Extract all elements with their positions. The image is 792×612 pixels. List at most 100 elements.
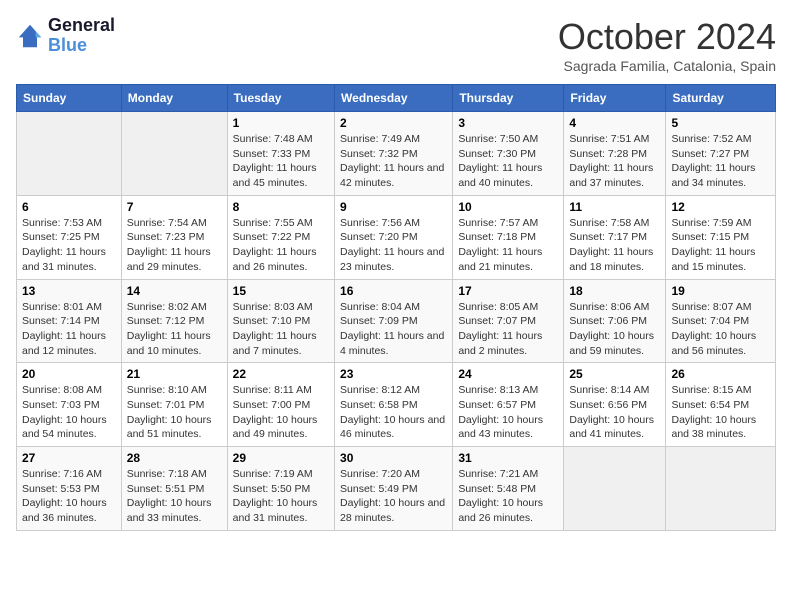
day-number: 7 <box>127 200 222 214</box>
calendar-cell <box>564 447 666 531</box>
location-subtitle: Sagrada Familia, Catalonia, Spain <box>558 58 776 74</box>
calendar-cell: 24Sunrise: 8:13 AMSunset: 6:57 PMDayligh… <box>453 363 564 447</box>
day-number: 16 <box>340 284 447 298</box>
day-info: Sunrise: 8:10 AMSunset: 7:01 PMDaylight:… <box>127 383 222 442</box>
calendar-cell: 3 Sunrise: 7:50 AMSunset: 7:30 PMDaylight… <box>453 112 564 196</box>
day-info: Sunrise: 8:08 AMSunset: 7:03 PMDaylight:… <box>22 383 116 442</box>
calendar-cell <box>121 112 227 196</box>
calendar-cell: 28 Sunrise: 7:18 AMSunset: 5:51 PMDayligh… <box>121 447 227 531</box>
calendar-cell: 17 Sunrise: 8:05 AMSunset: 7:07 PMDayligh… <box>453 279 564 363</box>
calendar-cell: 19Sunrise: 8:07 AMSunset: 7:04 PMDayligh… <box>666 279 776 363</box>
day-info: Sunrise: 8:06 AMSunset: 7:06 PMDaylight:… <box>569 300 660 359</box>
day-info: Sunrise: 7:56 AMSunset: 7:20 PMDaylight:… <box>340 216 447 275</box>
day-number: 2 <box>340 116 447 130</box>
calendar-cell: 15Sunrise: 8:03 AMSunset: 7:10 PMDayligh… <box>227 279 334 363</box>
logo-text: General Blue <box>48 16 115 56</box>
calendar-cell: 1 Sunrise: 7:48 AMSunset: 7:33 PMDaylight… <box>227 112 334 196</box>
calendar-cell: 14 Sunrise: 8:02 AMSunset: 7:12 PMDayligh… <box>121 279 227 363</box>
day-info: Sunrise: 8:11 AMSunset: 7:00 PMDaylight:… <box>233 383 329 442</box>
day-info: Sunrise: 8:02 AMSunset: 7:12 PMDaylight:… <box>127 300 222 359</box>
calendar-body: 1 Sunrise: 7:48 AMSunset: 7:33 PMDaylight… <box>17 112 776 531</box>
title-block: October 2024 Sagrada Familia, Catalonia,… <box>558 16 776 74</box>
day-info: Sunrise: 8:05 AMSunset: 7:07 PMDaylight:… <box>458 300 558 359</box>
calendar-cell: 11 Sunrise: 7:58 AMSunset: 7:17 PMDayligh… <box>564 195 666 279</box>
day-info: Sunrise: 8:01 AMSunset: 7:14 PMDaylight:… <box>22 300 116 359</box>
logo: General Blue <box>16 16 115 56</box>
day-info: Sunrise: 7:52 AMSunset: 7:27 PMDaylight:… <box>671 132 770 191</box>
day-number: 15 <box>233 284 329 298</box>
day-info: Sunrise: 8:14 AMSunset: 6:56 PMDaylight:… <box>569 383 660 442</box>
day-header-monday: Monday <box>121 85 227 112</box>
day-number: 17 <box>458 284 558 298</box>
day-info: Sunrise: 7:48 AMSunset: 7:33 PMDaylight:… <box>233 132 329 191</box>
day-info: Sunrise: 7:57 AMSunset: 7:18 PMDaylight:… <box>458 216 558 275</box>
day-number: 10 <box>458 200 558 214</box>
day-number: 30 <box>340 451 447 465</box>
day-info: Sunrise: 7:49 AMSunset: 7:32 PMDaylight:… <box>340 132 447 191</box>
day-number: 6 <box>22 200 116 214</box>
day-info: Sunrise: 7:54 AMSunset: 7:23 PMDaylight:… <box>127 216 222 275</box>
day-number: 26 <box>671 367 770 381</box>
day-info: Sunrise: 7:21 AMSunset: 5:48 PMDaylight:… <box>458 467 558 526</box>
day-info: Sunrise: 7:55 AMSunset: 7:22 PMDaylight:… <box>233 216 329 275</box>
logo-icon <box>16 22 44 50</box>
day-header-thursday: Thursday <box>453 85 564 112</box>
calendar-cell: 16 Sunrise: 8:04 AMSunset: 7:09 PMDayligh… <box>335 279 453 363</box>
day-info: Sunrise: 8:12 AMSunset: 6:58 PMDaylight:… <box>340 383 447 442</box>
calendar-cell: 10 Sunrise: 7:57 AMSunset: 7:18 PMDayligh… <box>453 195 564 279</box>
calendar-cell: 5 Sunrise: 7:52 AMSunset: 7:27 PMDaylight… <box>666 112 776 196</box>
day-info: Sunrise: 7:59 AMSunset: 7:15 PMDaylight:… <box>671 216 770 275</box>
calendar-cell: 7 Sunrise: 7:54 AMSunset: 7:23 PMDaylight… <box>121 195 227 279</box>
day-header-sunday: Sunday <box>17 85 122 112</box>
calendar-cell: 30 Sunrise: 7:20 AMSunset: 5:49 PMDayligh… <box>335 447 453 531</box>
day-info: Sunrise: 7:19 AMSunset: 5:50 PMDaylight:… <box>233 467 329 526</box>
calendar-cell: 23Sunrise: 8:12 AMSunset: 6:58 PMDayligh… <box>335 363 453 447</box>
day-info: Sunrise: 7:16 AMSunset: 5:53 PMDaylight:… <box>22 467 116 526</box>
day-info: Sunrise: 7:18 AMSunset: 5:51 PMDaylight:… <box>127 467 222 526</box>
day-number: 18 <box>569 284 660 298</box>
day-number: 8 <box>233 200 329 214</box>
day-number: 13 <box>22 284 116 298</box>
day-number: 11 <box>569 200 660 214</box>
day-number: 31 <box>458 451 558 465</box>
day-number: 22 <box>233 367 329 381</box>
calendar-cell: 21Sunrise: 8:10 AMSunset: 7:01 PMDayligh… <box>121 363 227 447</box>
calendar-week-1: 1 Sunrise: 7:48 AMSunset: 7:33 PMDaylight… <box>17 112 776 196</box>
day-number: 27 <box>22 451 116 465</box>
calendar-week-5: 27 Sunrise: 7:16 AMSunset: 5:53 PMDayligh… <box>17 447 776 531</box>
day-info: Sunrise: 7:50 AMSunset: 7:30 PMDaylight:… <box>458 132 558 191</box>
calendar-cell: 2 Sunrise: 7:49 AMSunset: 7:32 PMDaylight… <box>335 112 453 196</box>
day-info: Sunrise: 7:20 AMSunset: 5:49 PMDaylight:… <box>340 467 447 526</box>
day-info: Sunrise: 8:04 AMSunset: 7:09 PMDaylight:… <box>340 300 447 359</box>
day-number: 19 <box>671 284 770 298</box>
calendar-cell: 31 Sunrise: 7:21 AMSunset: 5:48 PMDayligh… <box>453 447 564 531</box>
day-info: Sunrise: 7:58 AMSunset: 7:17 PMDaylight:… <box>569 216 660 275</box>
day-info: Sunrise: 7:53 AMSunset: 7:25 PMDaylight:… <box>22 216 116 275</box>
day-number: 14 <box>127 284 222 298</box>
calendar-week-3: 13 Sunrise: 8:01 AMSunset: 7:14 PMDayligh… <box>17 279 776 363</box>
days-row: SundayMondayTuesdayWednesdayThursdayFrid… <box>17 85 776 112</box>
calendar-cell: 6 Sunrise: 7:53 AMSunset: 7:25 PMDaylight… <box>17 195 122 279</box>
day-number: 3 <box>458 116 558 130</box>
calendar-cell <box>17 112 122 196</box>
day-header-wednesday: Wednesday <box>335 85 453 112</box>
calendar-cell <box>666 447 776 531</box>
calendar-cell: 22 Sunrise: 8:11 AMSunset: 7:00 PMDayligh… <box>227 363 334 447</box>
day-number: 20 <box>22 367 116 381</box>
day-number: 9 <box>340 200 447 214</box>
day-number: 5 <box>671 116 770 130</box>
calendar-cell: 26 Sunrise: 8:15 AMSunset: 6:54 PMDayligh… <box>666 363 776 447</box>
calendar-week-2: 6 Sunrise: 7:53 AMSunset: 7:25 PMDaylight… <box>17 195 776 279</box>
calendar-cell: 25Sunrise: 8:14 AMSunset: 6:56 PMDayligh… <box>564 363 666 447</box>
calendar-header: SundayMondayTuesdayWednesdayThursdayFrid… <box>17 85 776 112</box>
calendar-cell: 27 Sunrise: 7:16 AMSunset: 5:53 PMDayligh… <box>17 447 122 531</box>
calendar-week-4: 20 Sunrise: 8:08 AMSunset: 7:03 PMDayligh… <box>17 363 776 447</box>
calendar-cell: 18 Sunrise: 8:06 AMSunset: 7:06 PMDayligh… <box>564 279 666 363</box>
day-number: 1 <box>233 116 329 130</box>
calendar-cell: 13 Sunrise: 8:01 AMSunset: 7:14 PMDayligh… <box>17 279 122 363</box>
day-info: Sunrise: 7:51 AMSunset: 7:28 PMDaylight:… <box>569 132 660 191</box>
day-header-friday: Friday <box>564 85 666 112</box>
calendar-cell: 12Sunrise: 7:59 AMSunset: 7:15 PMDayligh… <box>666 195 776 279</box>
day-info: Sunrise: 8:15 AMSunset: 6:54 PMDaylight:… <box>671 383 770 442</box>
day-number: 28 <box>127 451 222 465</box>
